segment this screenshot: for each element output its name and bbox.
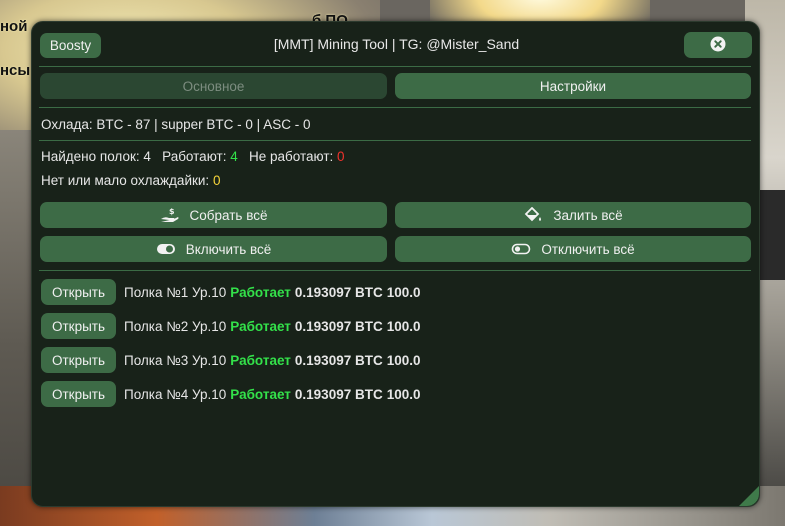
shelf-row: Открыть Полка №1 Ур.10 Работает 0.193097… [41,279,421,305]
close-button[interactable] [684,32,752,58]
divider [39,140,751,141]
background-wall-left [0,130,32,490]
shelf-name: Полка №4 Ур.10 [124,386,227,402]
collect-all-label: Собрать всё [189,207,268,223]
enable-all-label: Включить всё [185,241,272,257]
shelf-name: Полка №3 Ур.10 [124,352,227,368]
tab-main[interactable]: Основное [40,73,387,99]
shelf-status: Работает [230,386,291,402]
fill-all-button[interactable]: Залить всё [395,202,751,228]
resize-handle[interactable] [739,486,759,506]
toggle-on-icon [156,241,176,257]
shelf-amount: 0.193097 BTC [294,386,383,402]
background-text-1: ной [0,18,28,35]
tab-main-label: Основное [182,78,245,94]
shelf-percent: 100.0 [386,284,421,300]
open-shelf-button[interactable]: Открыть [41,279,116,305]
open-label: Открыть [51,318,106,334]
shelf-stats: Найдено полок: 4 Работают: 4 Не работают… [41,149,345,164]
background-text-2: нсы [0,62,31,79]
open-shelf-button[interactable]: Открыть [41,313,116,339]
shelf-status: Работает [230,318,291,334]
paint-bucket-icon [523,206,543,223]
shelf-amount: 0.193097 BTC [294,284,383,300]
enable-all-button[interactable]: Включить всё [40,236,387,262]
working-label: Работают: [162,149,227,164]
open-label: Открыть [51,284,106,300]
mining-tool-window: Boosty [MMT] Mining Tool | TG: @Mister_S… [31,21,760,507]
divider [39,66,751,67]
not-working-count: 0 [337,149,345,164]
low-cool-label: Нет или мало охлаждайки: [41,173,210,188]
shelf-row: Открыть Полка №3 Ур.10 Работает 0.193097… [41,347,421,373]
shelf-amount: 0.193097 BTC [294,318,383,334]
shelf-name: Полка №2 Ур.10 [124,318,227,334]
shelf-amount: 0.193097 BTC [294,352,383,368]
tab-settings[interactable]: Настройки [395,73,751,99]
open-label: Открыть [51,352,106,368]
tab-settings-label: Настройки [539,78,607,94]
cooling-warning: Нет или мало охлаждайки: 0 [41,173,220,188]
divider [39,270,751,271]
collect-all-button[interactable]: $ Собрать всё [40,202,387,228]
shelf-row: Открыть Полка №4 Ур.10 Работает 0.193097… [41,381,421,407]
svg-text:$: $ [169,207,175,216]
cooling-status: Охлада: BTC - 87 | supper BTC - 0 | ASC … [41,117,311,132]
close-icon [710,36,726,55]
disable-all-button[interactable]: Отключить всё [395,236,751,262]
found-count: Найдено полок: 4 [41,149,151,164]
working-count: 4 [230,149,238,164]
shelf-percent: 100.0 [386,318,421,334]
divider [39,107,751,108]
shelf-percent: 100.0 [386,386,421,402]
hand-coin-icon: $ [160,207,180,223]
disable-all-label: Отключить всё [541,241,635,257]
low-cool-count: 0 [212,173,221,188]
not-working-label: Не работают: [249,149,334,164]
shelf-status: Работает [230,352,291,368]
window-title: [MMT] Mining Tool | TG: @Mister_Sand [273,36,520,52]
open-shelf-button[interactable]: Открыть [41,347,116,373]
shelf-status: Работает [230,284,291,300]
toggle-off-icon [511,241,531,257]
open-label: Открыть [51,386,106,402]
open-shelf-button[interactable]: Открыть [41,381,116,407]
shelf-name: Полка №1 Ур.10 [124,284,227,300]
fill-all-label: Залить всё [553,207,623,223]
shelf-percent: 100.0 [386,352,421,368]
shelf-row: Открыть Полка №2 Ур.10 Работает 0.193097… [41,313,421,339]
